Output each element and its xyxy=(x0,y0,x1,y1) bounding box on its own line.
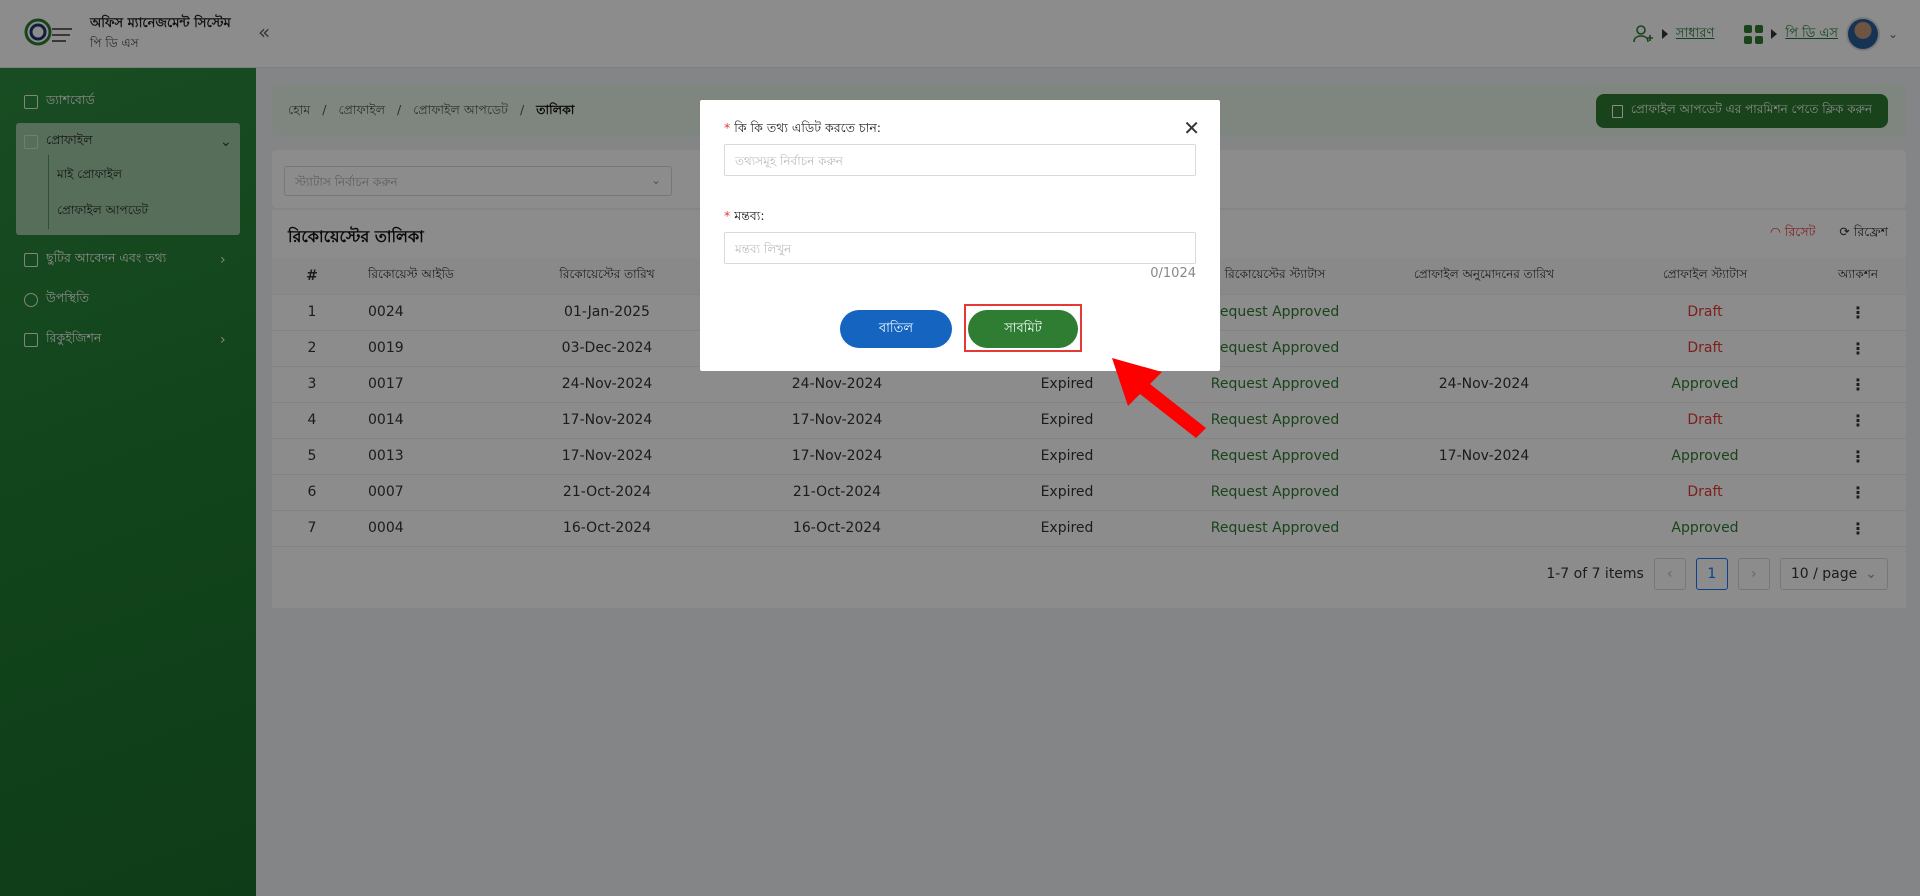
pointer-arrow-icon xyxy=(1112,358,1206,438)
submit-button[interactable]: সাবমিট xyxy=(968,310,1078,348)
field2-label-text: মন্তব্য: xyxy=(734,208,765,223)
cancel-button[interactable]: বাতিল xyxy=(840,310,952,348)
comment-textarea[interactable]: মন্তব্য লিখুন xyxy=(724,232,1196,264)
edit-request-modal: * কি কি তথ্য এডিট করতে চান: ✕ তথ্যসমূহ নি… xyxy=(700,100,1220,371)
char-count: 0/1024 xyxy=(1150,266,1196,281)
field2-label: * মন্তব্য: xyxy=(724,208,765,223)
info-select-input[interactable]: তথ্যসমূহ নির্বাচন করুন xyxy=(724,144,1196,176)
close-icon[interactable]: ✕ xyxy=(1183,116,1200,140)
field1-label-text: কি কি তথ্য এডিট করতে চান: xyxy=(734,120,882,135)
field1-label: * কি কি তথ্য এডিট করতে চান: xyxy=(724,120,882,135)
